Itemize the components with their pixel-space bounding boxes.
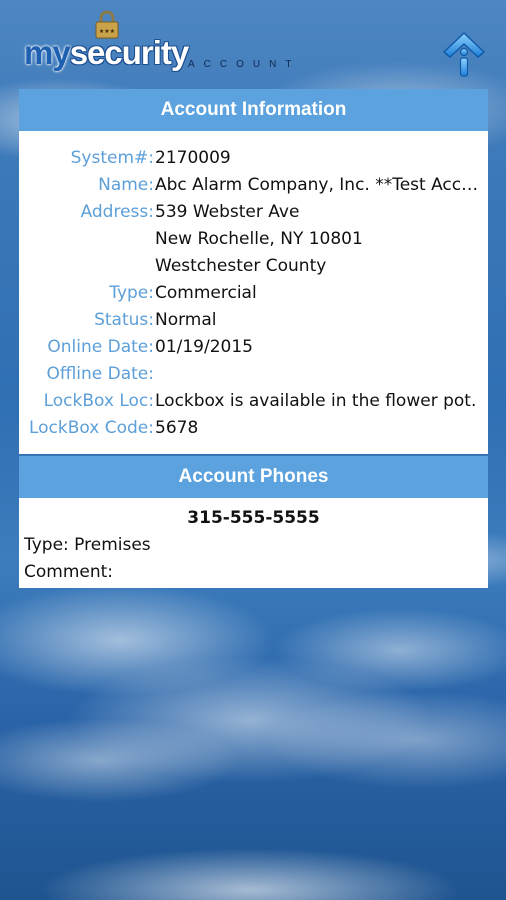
address-label: Address:: [80, 202, 154, 222]
up-arrow-info-icon: [443, 32, 485, 77]
offline-date-label: Offline Date:: [46, 364, 154, 384]
address-line-2: New Rochelle, NY 10801: [155, 229, 363, 249]
lockbox-code-row: LockBox Code: 5678: [19, 415, 488, 442]
account-information-header: Account Information: [19, 89, 488, 131]
online-date-label: Online Date:: [47, 337, 154, 357]
system-number-row: System#: 2170009: [19, 145, 488, 172]
logo-security-text: security: [69, 34, 190, 71]
logo-account-text: ACCOUNT: [188, 59, 301, 70]
address-label-blank: [19, 253, 154, 280]
account-phones-body: 315-555-5555 Type: Premises Comment:: [19, 498, 488, 588]
name-value: Abc Alarm Company, Inc. **Test Account: [155, 175, 488, 195]
name-label: Name:: [98, 175, 154, 195]
app-header: ★★★ mysecurity ACCOUNT: [0, 0, 506, 88]
address-row-3: Westchester County: [19, 253, 488, 280]
type-label: Type:: [109, 283, 154, 303]
name-row: Name: Abc Alarm Company, Inc. **Test Acc…: [19, 172, 488, 199]
account-phones-panel: Account Phones 315-555-5555 Type: Premis…: [19, 456, 488, 588]
status-row: Status: Normal: [19, 307, 488, 334]
lockbox-code-value: 5678: [155, 418, 199, 438]
lockbox-code-label: LockBox Code:: [28, 418, 154, 438]
phone-type: Type: Premises: [24, 535, 151, 555]
account-information-body: System#: 2170009 Name: Abc Alarm Company…: [19, 131, 488, 454]
address-line-1: 539 Webster Ave: [155, 202, 300, 222]
type-value: Commercial: [155, 283, 257, 303]
account-information-panel: Account Information System#: 2170009 Nam…: [19, 89, 488, 454]
lockbox-location-row: LockBox Loc: Lockbox is available in the…: [19, 388, 488, 415]
status-value: Normal: [155, 310, 217, 330]
address-county: Westchester County: [155, 256, 327, 276]
system-number-label: System#:: [70, 148, 154, 168]
lockbox-location-label: LockBox Loc:: [43, 391, 154, 411]
address-label-blank: [19, 226, 154, 253]
address-row-2: New Rochelle, NY 10801: [19, 226, 488, 253]
online-date-row: Online Date: 01/19/2015: [19, 334, 488, 361]
account-phones-header: Account Phones: [19, 456, 488, 498]
online-date-value: 01/19/2015: [155, 337, 253, 357]
system-number-value: 2170009: [155, 148, 231, 168]
address-row: Address: 539 Webster Ave: [19, 199, 488, 226]
lockbox-location-value: Lockbox is available in the flower pot.: [155, 391, 477, 411]
type-row: Type: Commercial: [19, 280, 488, 307]
status-label: Status:: [94, 310, 154, 330]
phone-number[interactable]: 315-555-5555: [19, 498, 488, 532]
logo-my-text: my: [24, 34, 71, 71]
phone-comment: Comment:: [24, 562, 114, 582]
info-up-button[interactable]: [442, 30, 486, 78]
offline-date-value: [154, 361, 488, 388]
offline-date-row: Offline Date:: [19, 361, 488, 388]
